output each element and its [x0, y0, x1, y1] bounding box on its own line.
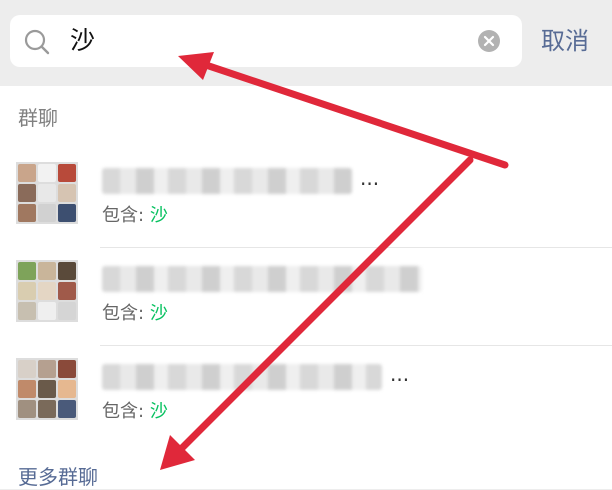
- group-chat-row[interactable]: ... 包含: 沙: [0, 346, 612, 444]
- group-name-ellipsis: ...: [390, 362, 410, 386]
- cancel-button[interactable]: 取消: [541, 26, 589, 56]
- contains-line: 包含: 沙: [102, 400, 168, 424]
- contains-line: 包含: 沙: [102, 204, 168, 228]
- search-input[interactable]: 沙: [10, 15, 522, 67]
- group-avatar: [16, 358, 78, 420]
- group-name-ellipsis: ...: [360, 166, 380, 190]
- contains-label: 包含:: [102, 303, 145, 324]
- contains-line: 包含: 沙: [102, 302, 168, 326]
- matched-member: 沙: [149, 401, 168, 422]
- group-chat-row[interactable]: ... 包含: 沙: [0, 150, 612, 248]
- section-title-group-chats: 群聊: [18, 106, 58, 130]
- search-bar: 沙 取消: [0, 0, 612, 86]
- contains-label: 包含:: [102, 205, 145, 226]
- matched-member: 沙: [149, 303, 168, 324]
- clear-icon[interactable]: [477, 29, 501, 53]
- group-avatar: [16, 260, 78, 322]
- search-query: 沙: [70, 26, 96, 55]
- group-name-blurred: [102, 364, 382, 390]
- group-avatar: [16, 162, 78, 224]
- search-icon: [24, 29, 50, 55]
- matched-member: 沙: [149, 205, 168, 226]
- group-name-blurred: [102, 266, 422, 292]
- results-panel: 群聊 ... 包含: 沙 包含: 沙 ... 包含: 沙 更多群聊: [0, 86, 612, 489]
- contains-label: 包含:: [102, 401, 145, 422]
- group-name-blurred: [102, 168, 352, 194]
- group-chat-row[interactable]: 包含: 沙: [0, 248, 612, 346]
- more-group-chats-link[interactable]: 更多群聊: [18, 464, 98, 490]
